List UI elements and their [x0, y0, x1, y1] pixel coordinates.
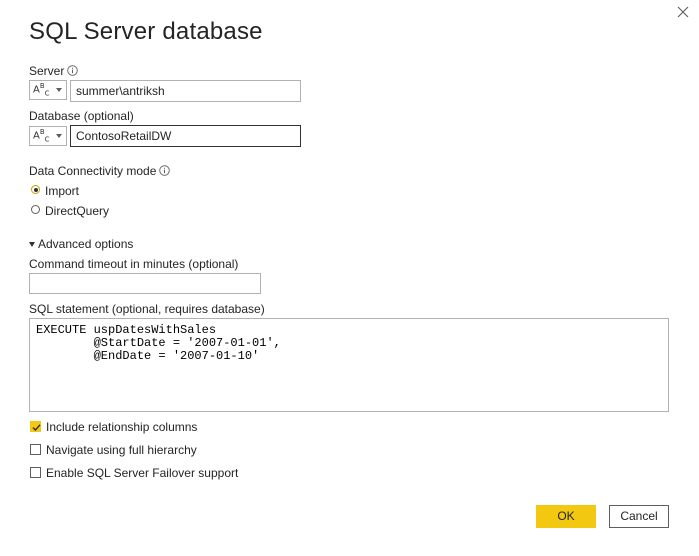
- failover-support-label[interactable]: Enable SQL Server Failover support: [46, 466, 238, 480]
- navigate-hierarchy-label[interactable]: Navigate using full hierarchy: [46, 443, 197, 457]
- include-relationship-checkbox[interactable]: [30, 421, 41, 432]
- radio-import[interactable]: [31, 185, 40, 194]
- close-icon[interactable]: [675, 4, 691, 20]
- sql-statement-textarea[interactable]: EXECUTE uspDatesWithSales @StartDate = '…: [29, 318, 669, 412]
- info-icon[interactable]: [159, 165, 171, 179]
- timeout-input[interactable]: [29, 273, 261, 294]
- radio-import-label[interactable]: Import: [45, 184, 79, 198]
- server-label-row: Server: [29, 64, 79, 79]
- database-type-dropdown[interactable]: ABC: [29, 126, 67, 146]
- timeout-label: Command timeout in minutes (optional): [29, 257, 239, 271]
- radio-directquery-label[interactable]: DirectQuery: [45, 204, 109, 218]
- checkmark-icon: [32, 424, 41, 431]
- abc-text-icon: ABC: [33, 82, 50, 98]
- chevron-down-icon: [56, 88, 62, 92]
- sql-statement-label: SQL statement (optional, requires databa…: [29, 302, 265, 316]
- database-input[interactable]: ContosoRetailDW: [70, 125, 301, 147]
- server-type-dropdown[interactable]: ABC: [29, 80, 67, 100]
- dialog-title: SQL Server database: [29, 18, 263, 45]
- include-relationship-label[interactable]: Include relationship columns: [46, 420, 197, 434]
- database-label: Database (optional): [29, 109, 134, 123]
- cancel-button[interactable]: Cancel: [609, 505, 669, 528]
- server-input[interactable]: summer\antriksh: [70, 80, 301, 102]
- failover-support-checkbox[interactable]: [30, 467, 41, 478]
- info-icon[interactable]: [67, 65, 79, 79]
- advanced-options-toggle[interactable]: Advanced options: [29, 237, 133, 251]
- connectivity-label-row: Data Connectivity mode: [29, 164, 171, 179]
- advanced-options-label: Advanced options: [38, 237, 134, 251]
- radio-directquery[interactable]: [31, 205, 40, 214]
- chevron-down-icon: [56, 134, 62, 138]
- server-label: Server: [29, 64, 65, 78]
- connectivity-label: Data Connectivity mode: [29, 164, 157, 178]
- caret-down-icon: [29, 242, 35, 248]
- navigate-hierarchy-checkbox[interactable]: [30, 444, 41, 455]
- abc-text-icon: ABC: [33, 128, 50, 144]
- ok-button[interactable]: OK: [536, 505, 596, 528]
